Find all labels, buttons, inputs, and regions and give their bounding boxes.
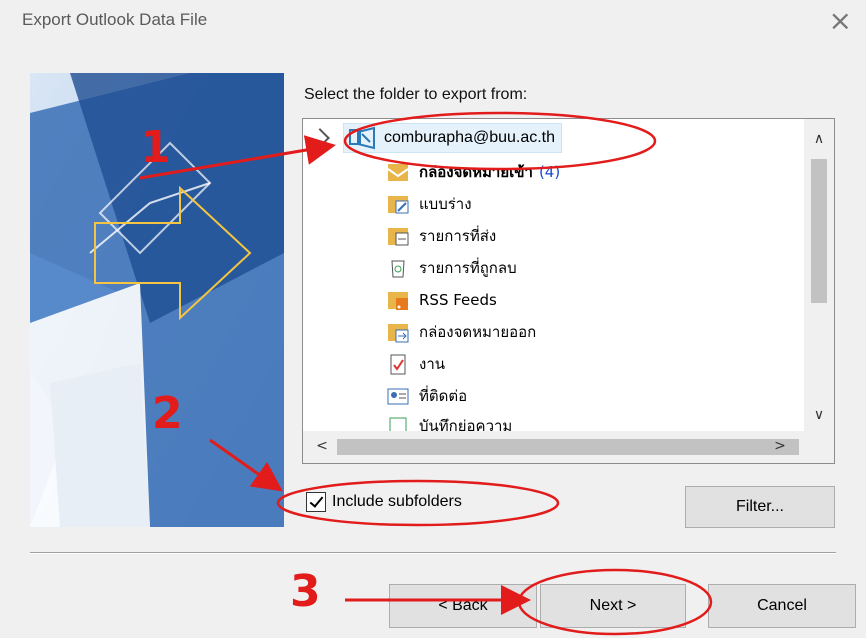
annotation-number-3: 3	[290, 566, 321, 617]
annotation-number-1: 1	[140, 122, 171, 173]
subfolders-highlight-ellipse	[276, 479, 560, 527]
arrow-2	[209, 438, 283, 492]
next-highlight-ellipse	[517, 568, 713, 636]
annotation-overlay	[139, 111, 713, 636]
account-highlight-ellipse	[343, 111, 657, 171]
annotation-number-2: 2	[152, 388, 183, 439]
